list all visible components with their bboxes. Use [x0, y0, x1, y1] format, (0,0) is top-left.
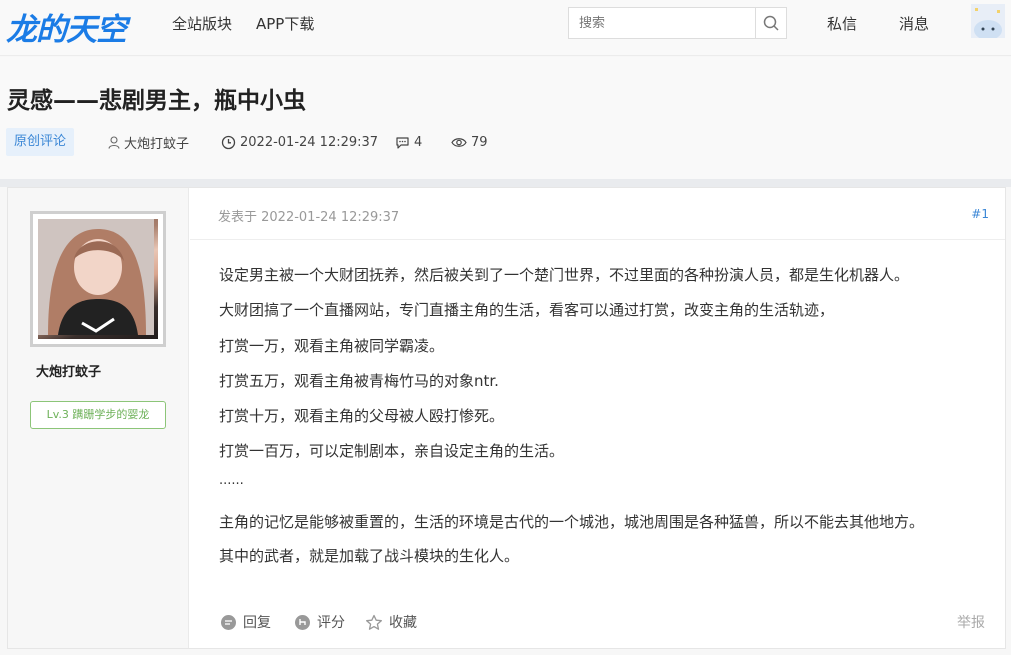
- report-link[interactable]: 举报: [957, 612, 985, 632]
- post-user-sidebar: 大炮打蚊子 Lv.3 蹒跚学步的婴龙: [8, 188, 189, 648]
- search-input[interactable]: [568, 7, 756, 39]
- search-icon: [763, 15, 779, 31]
- reply-label: 回复: [243, 615, 271, 631]
- poster-avatar[interactable]: [30, 211, 166, 347]
- post-meta-bar: 发表于 2022-01-24 12:29:37 #1: [190, 188, 1005, 240]
- top-navbar: 龙的天空 全站版块 APP下载 私信 消息: [0, 0, 1011, 56]
- post-paragraph: 其中的武者，就是加载了战斗模块的生化人。: [219, 547, 520, 565]
- poster-name[interactable]: 大炮打蚊子: [36, 361, 101, 380]
- avatar-image: [38, 219, 158, 339]
- rate-label: 评分: [317, 615, 345, 631]
- post-card: 大炮打蚊子 Lv.3 蹒跚学步的婴龙 发表于 2022-01-24 12:29:…: [7, 187, 1006, 649]
- view-count: 79: [471, 134, 488, 150]
- category-badge[interactable]: 原创评论: [6, 128, 75, 156]
- eye-icon: [451, 137, 467, 147]
- site-logo[interactable]: 龙的天空: [6, 4, 127, 49]
- star-icon: [366, 614, 382, 630]
- author-name: 大炮打蚊子: [124, 136, 190, 152]
- user-avatar-icon[interactable]: [971, 4, 1005, 38]
- favorite-label: 收藏: [389, 615, 417, 631]
- post-paragraph: 打赏十万，观看主角的父母被人殴打惨死。: [219, 407, 505, 425]
- nav-app-download[interactable]: APP下载: [256, 13, 314, 34]
- level-badge: Lv.3 蹒跚学步的婴龙: [30, 401, 166, 429]
- nav-all-boards[interactable]: 全站版块: [172, 13, 232, 34]
- post-paragraph: ......: [219, 473, 244, 488]
- user-icon: [108, 135, 120, 149]
- floor-number[interactable]: #1: [971, 207, 989, 221]
- divider: [0, 179, 1011, 187]
- post-content: 发表于 2022-01-24 12:29:37 #1 设定男主被一个大财团抚养，…: [190, 188, 1005, 648]
- reply-icon: [221, 614, 236, 630]
- post-paragraph: 打赏五万，观看主角被青梅竹马的对象ntr.: [219, 372, 499, 390]
- comments-meta: 4: [395, 128, 422, 156]
- time-meta: 2022-01-24 12:29:37: [221, 128, 378, 156]
- page-title: 灵感——悲剧男主，瓶中小虫: [7, 88, 306, 114]
- comment-count: 4: [414, 134, 423, 150]
- post-paragraph: 打赏一百万，可以定制剧本，亲自设定主角的生活。: [219, 442, 565, 460]
- post-paragraph: 设定男主被一个大财团抚养，然后被关到了一个楚门世界，不过里面的各种扮演人员，都是…: [219, 266, 910, 284]
- favorite-button[interactable]: 收藏: [365, 612, 417, 632]
- post-paragraph: 打赏一万，观看主角被同学霸凌。: [219, 337, 445, 355]
- private-message-link[interactable]: 私信: [827, 13, 857, 34]
- views-meta: 79: [451, 128, 488, 156]
- author-meta[interactable]: 大炮打蚊子: [108, 128, 189, 156]
- posted-at: 发表于 2022-01-24 12:29:37: [218, 210, 400, 225]
- rate-button[interactable]: 评分: [294, 612, 345, 632]
- comment-icon: [396, 136, 409, 149]
- search-button[interactable]: [755, 7, 787, 39]
- post-paragraph: 大财团搞了一个直播网站，专门直播主角的生活，看客可以通过打赏，改变主角的生活轨迹…: [219, 301, 835, 319]
- thread-header: 灵感——悲剧男主，瓶中小虫 原创评论 大炮打蚊子 2022-01-24 12:2…: [0, 57, 1011, 179]
- post-datetime: 2022-01-24 12:29:37: [240, 134, 379, 150]
- post-paragraph: 主角的记忆是能够被重置的，生活的环境是古代的一个城池，城池周围是各种猛兽，所以不…: [219, 513, 925, 531]
- rate-icon: [295, 614, 310, 630]
- clock-icon: [221, 135, 236, 149]
- reply-button[interactable]: 回复: [220, 612, 271, 632]
- messages-link[interactable]: 消息: [899, 13, 929, 34]
